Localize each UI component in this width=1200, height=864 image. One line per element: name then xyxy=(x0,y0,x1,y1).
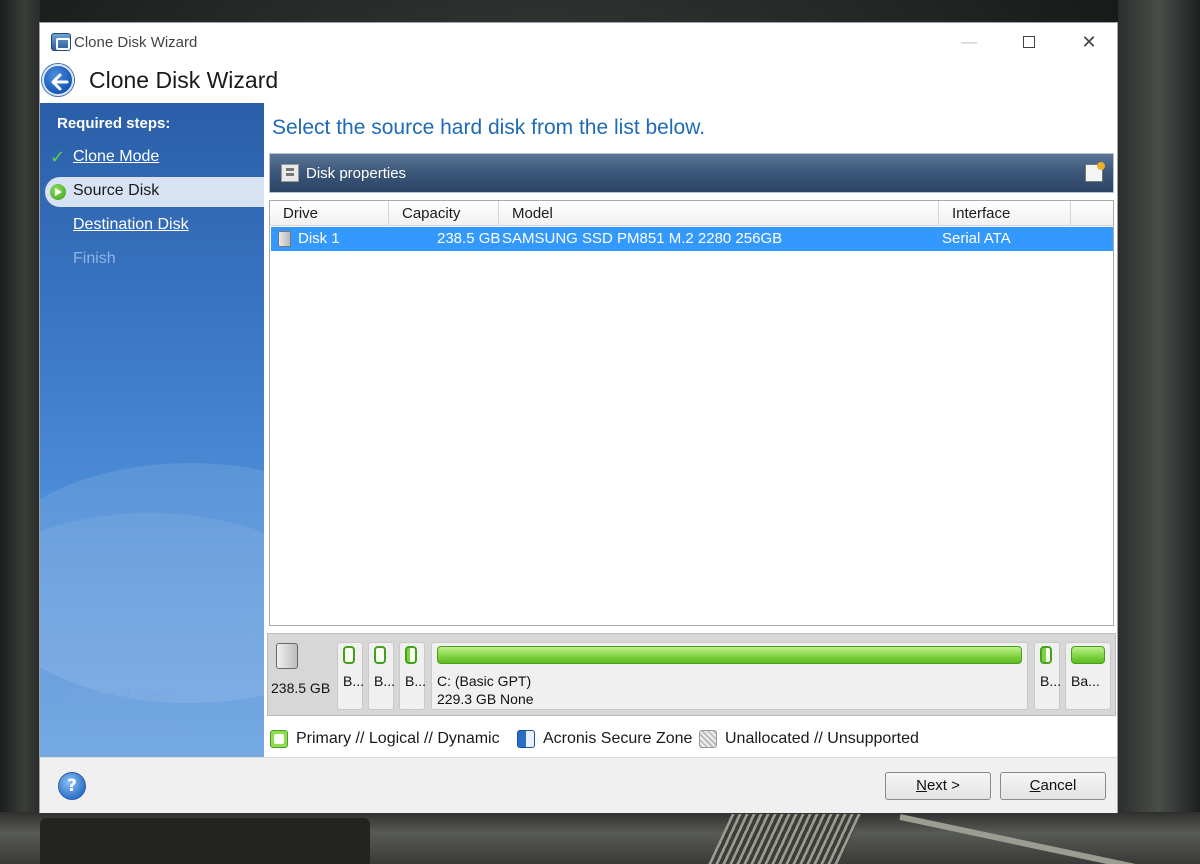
clone-disk-wizard-window: Clone Disk Wizard — ✕ Clone Disk Wizard … xyxy=(39,22,1118,813)
cell-drive: Disk 1 xyxy=(298,230,340,247)
check-icon: ✓ xyxy=(50,147,66,168)
column-header-model[interactable]: Model xyxy=(499,201,939,226)
partition-label: B... xyxy=(374,673,396,689)
partition-block[interactable]: B... xyxy=(1034,642,1062,710)
partition-block[interactable]: B... xyxy=(368,642,396,710)
partition-label: B... xyxy=(343,673,365,689)
maximize-button[interactable] xyxy=(1006,29,1052,55)
notes-icon[interactable] xyxy=(1085,162,1105,182)
partition-bar xyxy=(405,646,417,664)
wallpaper-right xyxy=(1118,0,1200,864)
close-button[interactable]: ✕ xyxy=(1066,29,1112,55)
partition-bar xyxy=(343,646,355,664)
legend-swatch-primary xyxy=(270,730,288,748)
steps-sidebar: Required steps: ✓ Clone Mode Source Disk… xyxy=(40,103,264,757)
column-header-extra xyxy=(1071,201,1113,226)
partition-label: B... xyxy=(1040,673,1062,689)
wizard-title: Clone Disk Wizard xyxy=(89,67,279,93)
partition-block[interactable]: B... xyxy=(337,642,365,710)
legend-swatch-acronis xyxy=(517,730,535,748)
partition-label: B... xyxy=(405,673,427,689)
cancel-mnemonic: C xyxy=(1029,777,1041,794)
hard-disk-icon xyxy=(278,231,291,247)
arrow-right-icon xyxy=(50,184,66,200)
partition-bar xyxy=(437,646,1022,664)
partition-label: C: (Basic GPT) xyxy=(437,673,532,689)
disk-properties-bar[interactable]: Disk properties xyxy=(269,153,1114,193)
cancel-button[interactable]: Cancel xyxy=(1000,772,1106,800)
partition-bar xyxy=(1040,646,1052,664)
disk-size: 238.5 GB xyxy=(271,680,331,696)
sidebar-decoration xyxy=(40,463,264,703)
disk-properties-icon xyxy=(281,164,299,182)
disk-properties-label: Disk properties xyxy=(306,165,407,182)
wallpaper-left xyxy=(0,0,40,864)
legend-label: Primary // Logical // Dynamic xyxy=(296,730,500,747)
cancel-label: ancel xyxy=(1040,777,1077,794)
instruction-text: Select the source hard disk from the lis… xyxy=(272,116,706,139)
disk-partition-map: 238.5 GB B... B... B... C: (Basic GPT) 2… xyxy=(267,633,1116,716)
column-header-capacity[interactable]: Capacity xyxy=(389,201,499,226)
partition-detail: 229.3 GB None xyxy=(437,691,534,707)
required-steps-heading: Required steps: xyxy=(57,115,171,132)
column-header-drive[interactable]: Drive xyxy=(270,201,389,226)
title-bar: Clone Disk Wizard — ✕ xyxy=(40,23,1117,59)
wizard-footer: ? Next > Cancel xyxy=(40,757,1117,813)
table-header: Drive Capacity Model Interface xyxy=(270,201,1113,226)
wallpaper-seat xyxy=(40,818,370,864)
cell-interface: Serial ATA xyxy=(942,230,1011,247)
next-label: ext > xyxy=(926,777,960,794)
legend-label: Acronis Secure Zone xyxy=(543,730,693,747)
step-source-disk[interactable]: Source Disk xyxy=(45,177,264,207)
partition-bar xyxy=(1071,646,1105,664)
app-icon xyxy=(51,33,71,51)
step-label: Source Disk xyxy=(73,182,160,199)
optional-steps-heading: Optional steps: xyxy=(70,687,180,704)
step-destination-disk[interactable]: Destination Disk xyxy=(40,211,264,241)
table-row[interactable]: Disk 1 238.5 GB SAMSUNG SSD PM851 M.2 22… xyxy=(271,227,1113,251)
next-mnemonic: N xyxy=(916,777,927,794)
back-arrow-icon xyxy=(51,73,69,91)
step-clone-mode[interactable]: ✓ Clone Mode xyxy=(40,143,264,173)
step-label: Clone Mode xyxy=(73,148,160,165)
help-button[interactable]: ? xyxy=(58,772,86,800)
minimize-button[interactable]: — xyxy=(946,29,992,55)
partition-bar xyxy=(374,646,386,664)
partition-block[interactable]: Ba... xyxy=(1065,642,1111,710)
cell-capacity: 238.5 GB xyxy=(437,230,501,247)
cell-model: SAMSUNG SSD PM851 M.2 2280 256GB xyxy=(502,230,783,247)
step-label: Destination Disk xyxy=(73,216,189,233)
back-button[interactable] xyxy=(42,64,74,96)
wizard-header: Clone Disk Wizard xyxy=(40,59,1117,103)
legend-swatch-unallocated xyxy=(699,730,717,748)
window-title: Clone Disk Wizard xyxy=(74,34,198,51)
legend-label: Unallocated // Unsupported xyxy=(725,730,919,747)
hard-disk-icon xyxy=(276,643,298,669)
disk-list-table: Drive Capacity Model Interface Disk 1 23… xyxy=(269,200,1114,626)
partition-block-c-drive[interactable]: C: (Basic GPT) 229.3 GB None xyxy=(431,642,1028,710)
next-button[interactable]: Next > xyxy=(885,772,991,800)
optional-step-disk-exclusion[interactable]: Disk Exclusion xyxy=(90,721,181,737)
step-finish: Finish xyxy=(40,245,264,275)
step-label: Finish xyxy=(73,250,116,267)
partition-label: Ba... xyxy=(1071,673,1100,689)
wallpaper-grate xyxy=(708,814,862,864)
maximize-icon xyxy=(1023,36,1035,48)
partition-block[interactable]: B... xyxy=(399,642,427,710)
column-header-interface[interactable]: Interface xyxy=(939,201,1071,226)
